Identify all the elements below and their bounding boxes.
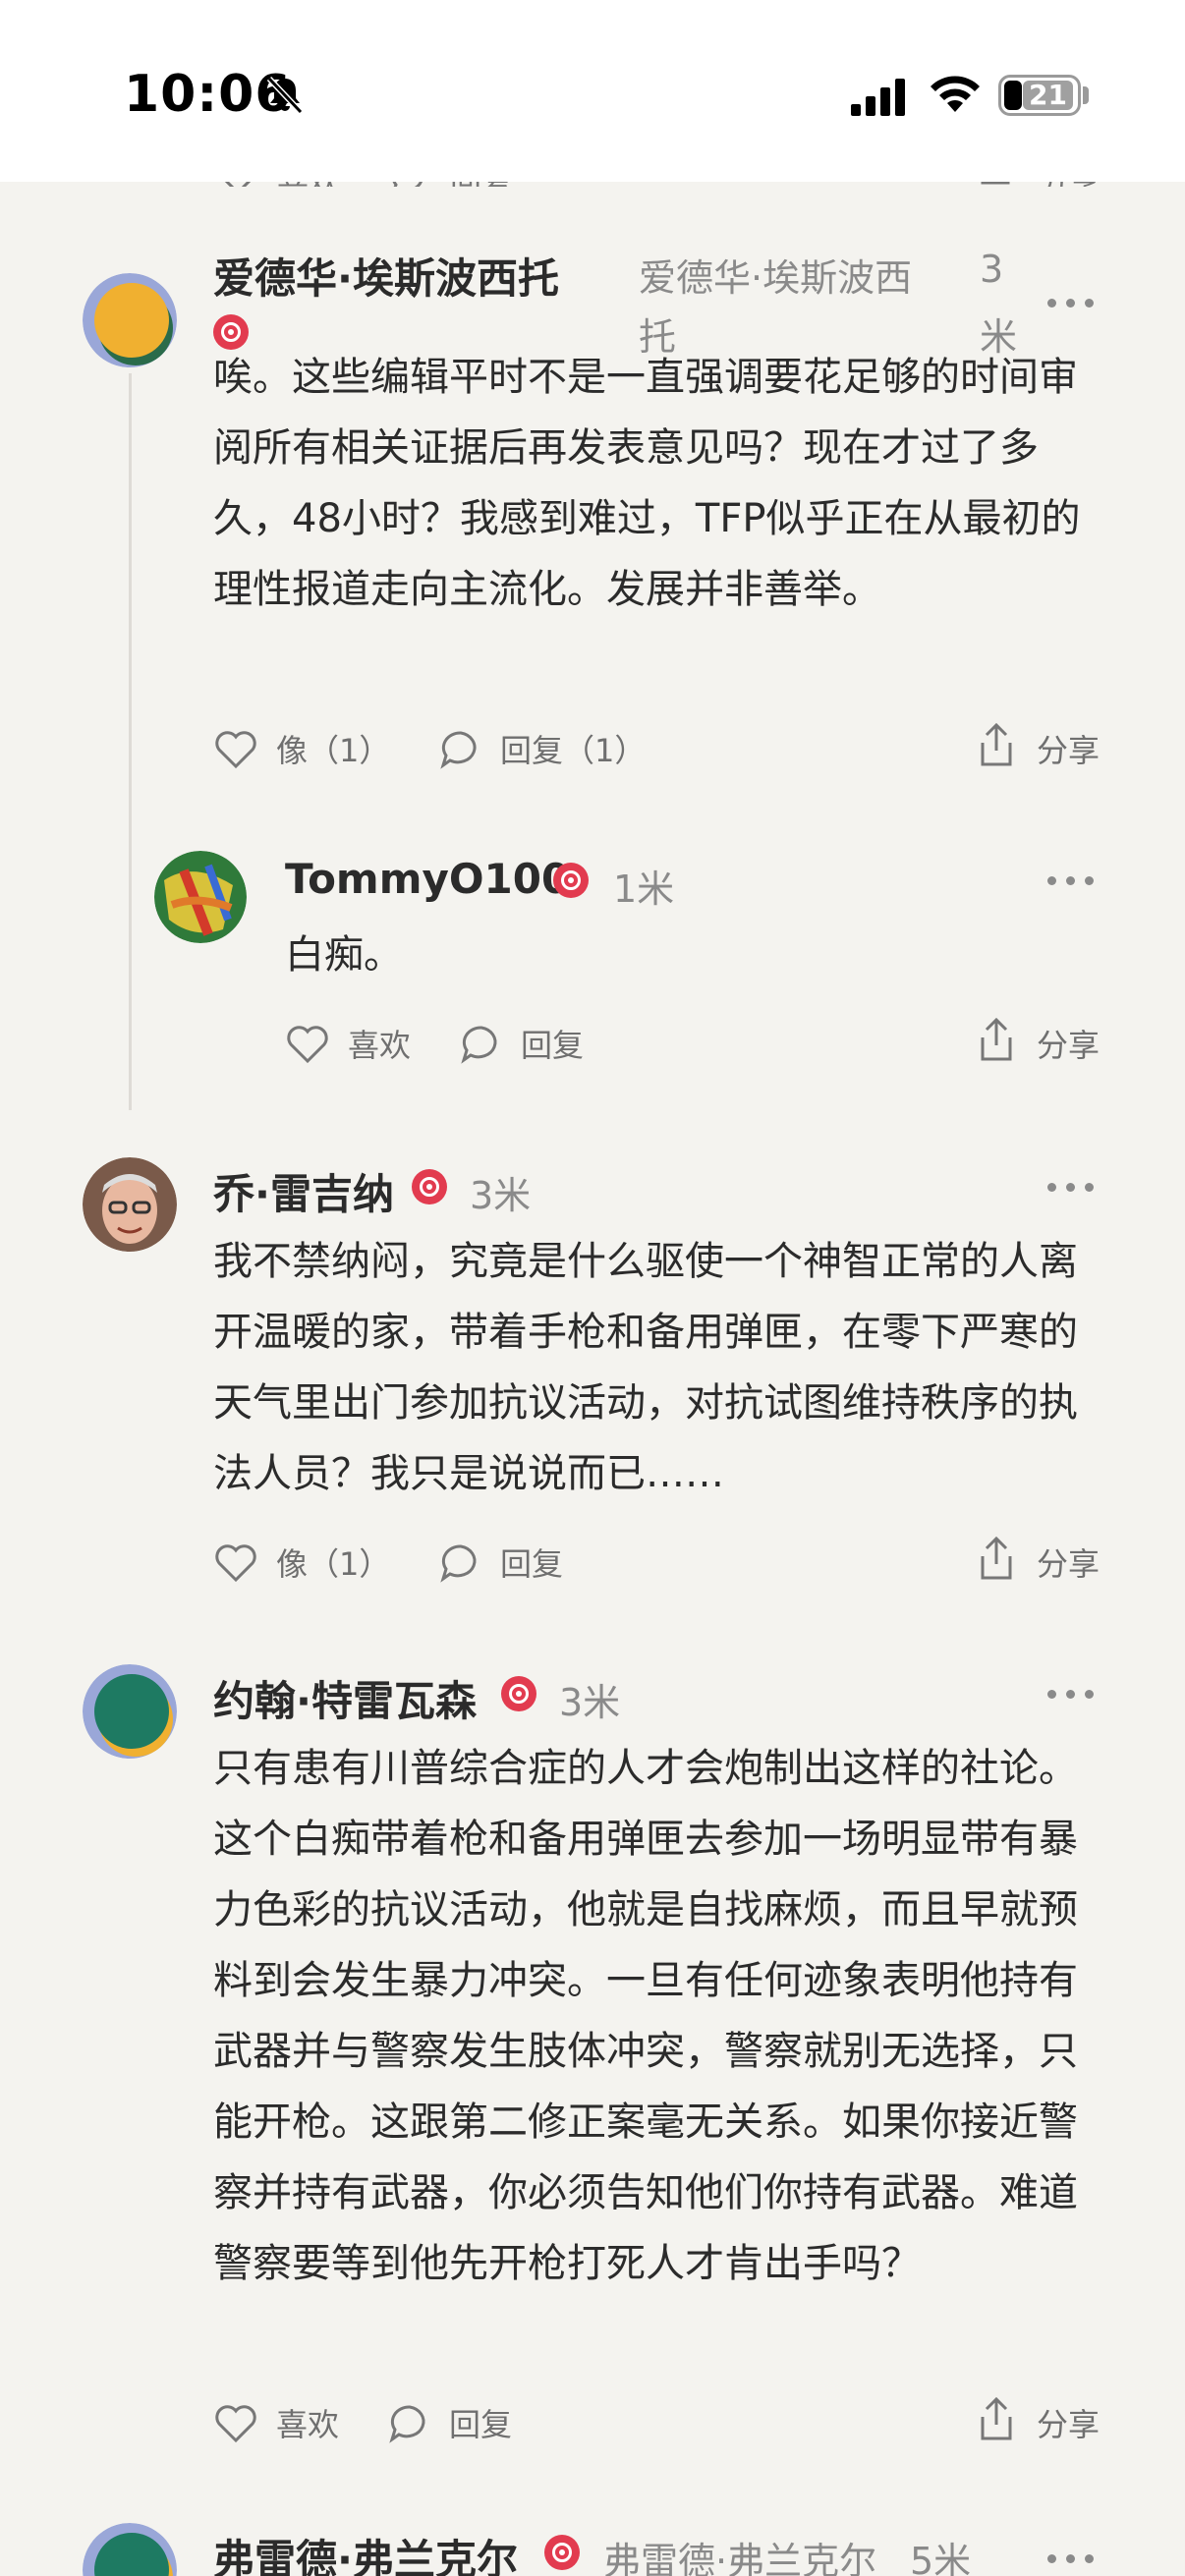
author-name[interactable]: 弗雷德·弗兰克尔 (213, 2527, 518, 2576)
reply-bubble-icon (461, 1026, 497, 1064)
like-label: 像（1） (276, 1545, 391, 1583)
wifi-icon (931, 76, 980, 112)
more-options-icon[interactable] (1047, 872, 1097, 888)
status-bar: 10:06 21 (0, 0, 1185, 182)
comment-actions: 喜欢 回复 分享 (213, 2395, 1107, 2454)
comment-time: 3米 (559, 1681, 621, 1724)
subscriber-badge-icon (544, 2535, 580, 2570)
author-name[interactable]: 爱德华·埃斯波西托 (213, 246, 559, 306)
more-options-icon[interactable] (1047, 1179, 1097, 1195)
share-label: 分享 (1037, 1545, 1100, 1583)
comment-time: 3 (980, 248, 1004, 291)
avatar[interactable] (83, 273, 177, 367)
like-button[interactable]: 喜欢 (285, 1016, 432, 1075)
like-label: 像（1） (276, 732, 391, 769)
subscriber-badge-icon (412, 1169, 447, 1204)
more-options-icon[interactable] (1047, 295, 1097, 310)
heart-icon (215, 2405, 256, 2443)
avatar[interactable] (154, 851, 247, 943)
share-button[interactable]: 分享 (975, 1535, 1107, 1594)
like-button[interactable]: 像（1） (213, 1535, 390, 1594)
comment-time: 1米 (613, 868, 675, 911)
share-label: 分享 (1037, 1027, 1100, 1064)
reply-label: 回复 (500, 1545, 564, 1583)
reply-bubble-icon (440, 1544, 477, 1583)
comment-text: 白痴。 (285, 932, 403, 978)
comment-time: 3米 (470, 1174, 532, 1217)
avatar[interactable] (83, 2523, 177, 2576)
like-button[interactable]: 喜欢 (213, 2395, 361, 2454)
share-icon (981, 1536, 1012, 1580)
reply-button[interactable]: 回复 (388, 2395, 536, 2454)
thread-line (129, 373, 132, 1110)
like-label: 喜欢 (276, 2406, 340, 2443)
author-name-repeat: 爱德华·埃斯波西 (639, 256, 913, 300)
like-label: 喜欢 (348, 1027, 412, 1064)
battery-tip (1083, 86, 1089, 104)
more-options-icon[interactable] (1047, 2550, 1097, 2566)
comment-text: 我不禁纳闷，究竟是什么驱使一个神智正常的人离开温暖的家，带着手枪和备用弹匣，在零… (213, 1239, 1078, 1496)
heart-icon (215, 731, 256, 769)
share-button[interactable]: 分享 (975, 721, 1107, 780)
subscriber-badge-icon (501, 1676, 536, 1711)
author-name-repeat: 弗雷德·弗兰克尔 (603, 2540, 877, 2576)
comment-actions: 像（1） 回复 分享 (213, 1535, 1107, 1594)
avatar[interactable] (83, 1157, 177, 1252)
battery-icon: 21 (998, 75, 1081, 116)
author-name[interactable]: TommyO100 (285, 855, 570, 903)
author-name[interactable]: 乔·雷吉纳 (213, 1161, 394, 1221)
share-label: 分享 (1037, 2406, 1100, 2443)
comment-time: 5米 (910, 2540, 972, 2576)
author-name[interactable]: 约翰·特雷瓦森 (213, 1668, 477, 1728)
share-icon (981, 722, 1012, 766)
comment-actions: 像（1） 回复（1） 分享 (213, 721, 1107, 780)
share-button[interactable]: 分享 (975, 2395, 1107, 2454)
share-label: 分享 (1037, 732, 1100, 769)
comment-text: 只有患有川普综合症的人才会炮制出这样的社论。这个白痴带着枪和备用弹匣去参加一场明… (213, 1746, 1078, 2286)
comment-actions: 喜欢 回复 分享 (285, 1016, 1107, 1075)
silent-bell-icon (266, 76, 304, 115)
heart-icon (215, 1544, 256, 1583)
like-button[interactable]: 像（1） (213, 721, 390, 780)
cellular-signal-icon (851, 79, 905, 116)
avatar[interactable] (83, 1664, 177, 1759)
share-icon (981, 2396, 1012, 2440)
heart-icon (287, 1026, 328, 1064)
reply-button[interactable]: 回复 (439, 1535, 587, 1594)
more-options-icon[interactable] (1047, 1686, 1097, 1702)
share-button[interactable]: 分享 (975, 1016, 1107, 1075)
reply-button[interactable]: 回复 (460, 1016, 597, 1075)
battery-level: 21 (1023, 81, 1073, 110)
reply-label: 回复（1） (500, 732, 647, 769)
reply-label: 回复 (521, 1027, 585, 1064)
comment-text: 唉。这些编辑平时不是一直强调要花足够的时间审阅所有相关证据后再发表意见吗？现在才… (213, 355, 1081, 612)
reply-bubble-icon (389, 2405, 425, 2443)
share-icon (981, 1017, 1012, 1061)
reply-bubble-icon (440, 731, 477, 769)
subscriber-badge-icon (553, 863, 589, 898)
reply-button[interactable]: 回复（1） (439, 721, 655, 780)
reply-label: 回复 (449, 2406, 513, 2443)
